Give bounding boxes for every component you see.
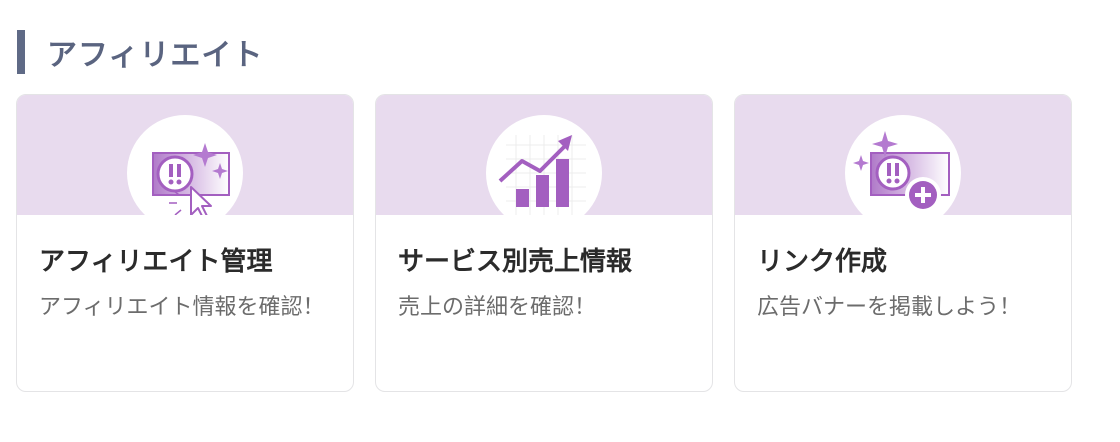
card-title: アフィリエイト管理 xyxy=(39,247,273,277)
link-create-icon xyxy=(845,115,961,215)
card-title: リンク作成 xyxy=(757,247,888,277)
card-list: アフィリエイト管理 アフィリエイト情報を確認！ サービス別売上情報 売上の詳細を… xyxy=(16,94,1072,392)
card-description: 広告バナーを掲載しよう！ xyxy=(757,295,1022,320)
card-header-area xyxy=(17,95,353,215)
card-sales-by-service[interactable]: サービス別売上情報 売上の詳細を確認！ xyxy=(375,94,713,392)
card-description: 売上の詳細を確認！ xyxy=(398,295,597,320)
card-affiliate-management[interactable]: アフィリエイト管理 アフィリエイト情報を確認！ xyxy=(16,94,354,392)
card-description: アフィリエイト情報を確認！ xyxy=(39,295,325,320)
sales-chart-icon xyxy=(486,115,602,215)
card-title: サービス別売上情報 xyxy=(398,247,633,277)
card-link-create[interactable]: リンク作成 広告バナーを掲載しよう！ xyxy=(734,94,1072,392)
affiliate-management-icon xyxy=(127,115,243,215)
card-header-area xyxy=(376,95,712,215)
card-header-area xyxy=(735,95,1071,215)
section-header: アフィリエイト xyxy=(17,30,263,74)
section-accent-bar xyxy=(17,30,25,74)
section-title: アフィリエイト xyxy=(47,38,264,73)
